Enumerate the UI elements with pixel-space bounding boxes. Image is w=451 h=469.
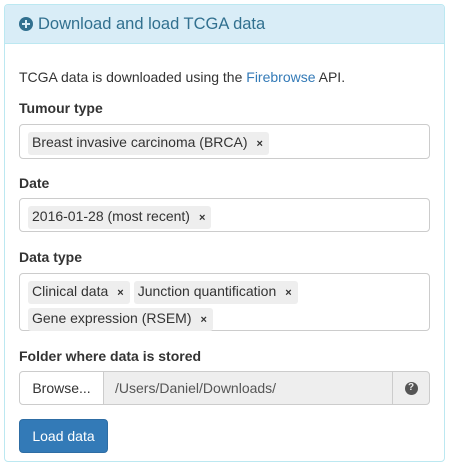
chip-label: 2016-01-28 (most recent) — [32, 208, 190, 224]
chip-label: Clinical data — [32, 283, 109, 299]
folder-label: Folder where data is stored — [19, 348, 202, 364]
data-type-select[interactable]: Clinical data × Junction quantification ×Ge… — [19, 273, 430, 331]
remove-icon[interactable]: × — [117, 287, 123, 299]
tumour-type-chip: Breast invasive carcinoma (BRCA) × — [28, 132, 269, 155]
tumour-type-label: Tumour type — [19, 100, 103, 116]
remove-icon[interactable]: × — [257, 138, 263, 150]
date-label: Date — [19, 175, 50, 191]
data-type-chip: Clinical data × — [28, 281, 130, 304]
remove-icon[interactable]: × — [199, 212, 205, 224]
question-circle-icon[interactable]: ? — [404, 381, 418, 395]
load-data-button[interactable]: Load data — [19, 419, 108, 453]
intro-suffix: API. — [315, 69, 346, 85]
data-type-chip: Junction quantification × — [133, 281, 298, 304]
tcga-panel: Download and load TCGA data TCGA data is… — [4, 4, 445, 462]
chip-label: Breast invasive carcinoma (BRCA) — [32, 134, 248, 150]
chip-label: Junction quantification — [137, 283, 277, 299]
tumour-type-select[interactable]: Breast invasive carcinoma (BRCA) × — [19, 124, 430, 159]
chip-label: Gene expression (RSEM) — [32, 310, 192, 326]
intro-prefix: TCGA data is downloaded using the — [19, 69, 247, 85]
plus-circle-icon — [19, 17, 33, 31]
intro-text: TCGA data is downloaded using the Firebr… — [19, 69, 345, 85]
remove-icon[interactable]: × — [201, 314, 207, 326]
panel-heading[interactable]: Download and load TCGA data — [5, 5, 444, 44]
date-chip: 2016-01-28 (most recent) × — [28, 206, 212, 229]
data-type-chip: Gene expression (RSEM) × — [28, 308, 213, 331]
browse-button[interactable]: Browse... — [19, 371, 104, 405]
data-type-label: Data type — [19, 249, 83, 265]
firebrowse-link[interactable]: Firebrowse — [246, 69, 315, 85]
folder-input-group: Browse... /Users/Daniel/Downloads/ ? — [19, 371, 430, 405]
date-select[interactable]: 2016-01-28 (most recent) × — [19, 198, 430, 232]
remove-icon[interactable]: × — [285, 287, 291, 299]
panel-title: Download and load TCGA data — [38, 14, 266, 33]
help-addon[interactable]: ? — [392, 371, 430, 405]
folder-path-field[interactable]: /Users/Daniel/Downloads/ — [104, 371, 392, 405]
